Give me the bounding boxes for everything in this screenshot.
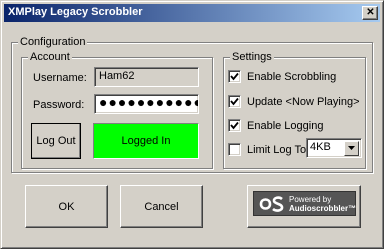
- enable-logging-option[interactable]: Enable Logging: [228, 119, 363, 133]
- limit-log-label: Limit Log To:: [247, 144, 310, 156]
- enable-scrobbling-label: Enable Scrobbling: [247, 71, 337, 83]
- account-group-label: Account: [28, 51, 72, 63]
- powered-by-text: Powered by: [289, 195, 332, 204]
- enable-scrobbling-checkbox[interactable]: [228, 70, 241, 83]
- scrobbler-dialog: XMPlay Legacy Scrobbler ✕ Configuration …: [0, 0, 384, 249]
- close-icon: ✕: [366, 7, 375, 18]
- login-status-text: Logged In: [121, 135, 171, 147]
- log-out-button[interactable]: Log Out: [31, 123, 81, 159]
- lastfm-logo-icon: [259, 196, 284, 212]
- account-group: Account Username: Ham62 Password: ●●●●●●…: [21, 51, 213, 169]
- limit-log-option[interactable]: Limit Log To:: [228, 143, 310, 157]
- password-field[interactable]: ●●●●●●●●●●●●: [94, 94, 199, 114]
- log-out-label: Log Out: [36, 135, 76, 147]
- login-status-indicator: Logged In: [93, 123, 199, 159]
- enable-scrobbling-option[interactable]: Enable Scrobbling: [228, 70, 363, 84]
- title-bar[interactable]: XMPlay Legacy Scrobbler ✕: [4, 4, 380, 22]
- close-button[interactable]: ✕: [362, 6, 378, 20]
- enable-logging-label: Enable Logging: [247, 120, 324, 132]
- log-size-value: 4KB: [310, 141, 331, 153]
- chevron-down-icon: [348, 146, 355, 150]
- configuration-group-label: Configuration: [18, 36, 88, 48]
- window-title: XMPlay Legacy Scrobbler: [8, 6, 143, 18]
- audioscrobbler-text: Audioscrobbler™: [289, 204, 357, 213]
- audioscrobbler-button[interactable]: Powered by Audioscrobbler™: [247, 185, 361, 228]
- update-now-playing-option[interactable]: Update <Now Playing>: [228, 95, 363, 109]
- cancel-button[interactable]: Cancel: [120, 185, 203, 228]
- password-label: Password:: [33, 99, 85, 111]
- username-field[interactable]: Ham62: [94, 67, 199, 87]
- ok-button[interactable]: OK: [25, 185, 108, 228]
- ok-label: OK: [58, 200, 75, 213]
- username-label: Username:: [33, 72, 87, 84]
- checkmark-icon: [230, 72, 239, 81]
- checkmark-icon: [230, 97, 239, 106]
- update-now-playing-checkbox[interactable]: [228, 95, 241, 108]
- update-now-playing-label: Update <Now Playing>: [247, 96, 360, 108]
- limit-log-checkbox[interactable]: [228, 143, 241, 156]
- settings-group: Settings Enable Scrobbling Update <Now P…: [223, 51, 366, 169]
- log-size-select[interactable]: 4KB: [306, 138, 362, 158]
- powered-by-audioscrobbler-banner: Powered by Audioscrobbler™: [253, 191, 356, 216]
- settings-group-label: Settings: [230, 51, 274, 63]
- checkmark-icon: [230, 121, 239, 130]
- dropdown-arrow-button[interactable]: [344, 141, 359, 156]
- enable-logging-checkbox[interactable]: [228, 119, 241, 132]
- configuration-group: Configuration Account Username: Ham62 Pa…: [11, 36, 373, 173]
- cancel-label: Cancel: [144, 200, 179, 213]
